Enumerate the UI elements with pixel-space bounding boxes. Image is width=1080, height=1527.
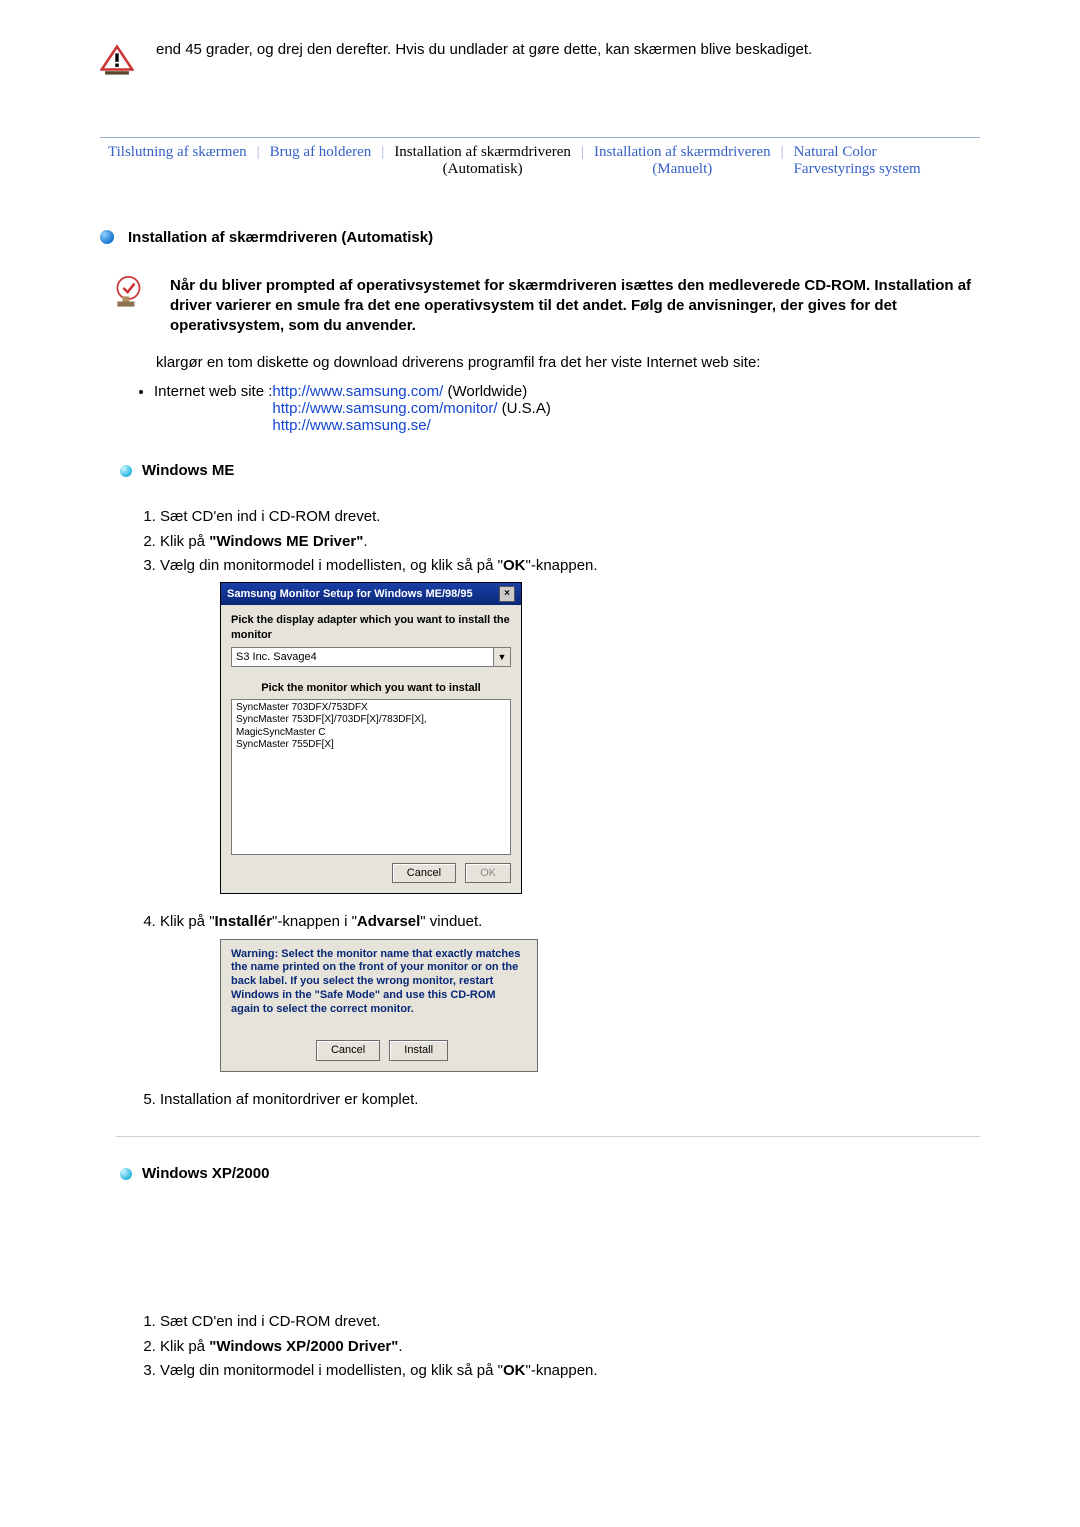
top-warning-text: end 45 grader, og drej den derefter. Hvi… [140, 40, 812, 60]
link-label: Internet web site : [154, 383, 272, 400]
internet-links-list: Internet web site :http://www.samsung.co… [154, 383, 980, 434]
list-item: Sæt CD'en ind i CD-ROM drevet. [160, 1312, 980, 1332]
monitor-list-label: Pick the monitor which you want to insta… [231, 681, 511, 696]
link-samsung-world[interactable]: http://www.samsung.com/ [272, 383, 443, 400]
subheading-winxp: Windows XP/2000 [100, 1165, 980, 1182]
list-item: Vælg din monitormodel i modellisten, og … [160, 1361, 980, 1381]
top-warning-row: end 45 grader, og drej den derefter. Hvi… [100, 40, 980, 82]
tab-separator: | [779, 144, 786, 179]
link-samsung-monitor[interactable]: http://www.samsung.com/monitor/ [272, 400, 497, 417]
chevron-down-icon[interactable]: ▼ [493, 648, 510, 666]
bullet-icon [100, 230, 114, 244]
section-heading-row: Installation af skærmdriveren (Automatis… [100, 229, 980, 246]
tab-install-driver-manual[interactable]: Installation af skærmdriveren (Manuelt) [586, 144, 779, 179]
install-button[interactable]: Install [389, 1040, 448, 1061]
cancel-button[interactable]: Cancel [316, 1040, 380, 1061]
list-item: Installation af monitordriver er komplet… [160, 1090, 980, 1110]
adapter-label: Pick the display adapter which you want … [231, 613, 511, 643]
tab-use-holder[interactable]: Brug af holderen [262, 144, 380, 179]
link-row: Internet web site :http://www.samsung.co… [154, 383, 980, 434]
list-item: Sæt CD'en ind i CD-ROM drevet. [160, 507, 980, 527]
close-icon[interactable]: × [499, 586, 515, 602]
winme-steps: Sæt CD'en ind i CD-ROM drevet. Klik på "… [138, 507, 980, 1110]
bullet-icon [120, 465, 132, 477]
tab-connect-monitor[interactable]: Tilslutning af skærmen [100, 144, 255, 179]
list-item: Klik på "Installér"-knappen i "Advarsel"… [160, 912, 980, 1072]
list-item[interactable]: SyncMaster 755DF[X] [236, 739, 506, 752]
monitor-list[interactable]: SyncMaster 703DFX/753DFX SyncMaster 753D… [231, 699, 511, 855]
dialog-title: Samsung Monitor Setup for Windows ME/98/… [227, 587, 473, 602]
warning-dialog-text: Warning: Select the monitor name that ex… [231, 948, 527, 1017]
prompt-row: Når du bliver prompted af operativsystem… [100, 276, 980, 337]
ok-button[interactable]: OK [465, 863, 511, 884]
tab-strip: Tilslutning af skærmen | Brug af holdere… [100, 137, 980, 179]
dialog-titlebar: Samsung Monitor Setup for Windows ME/98/… [221, 583, 521, 605]
section-heading: Installation af skærmdriveren (Automatis… [128, 229, 433, 246]
link-suffix: (U.S.A) [498, 400, 551, 417]
link-suffix: (Worldwide) [443, 383, 527, 400]
cancel-button[interactable]: Cancel [392, 863, 456, 884]
tab-natural-color[interactable]: Natural Color Farvestyrings system [786, 144, 929, 179]
separator [116, 1136, 980, 1137]
prepare-text: klargør en tom diskette og download driv… [100, 352, 980, 373]
prompt-text: Når du bliver prompted af operativsystem… [162, 276, 980, 337]
warning-triangle-icon [100, 40, 140, 82]
tab-separator: | [255, 144, 262, 179]
subheading-winme: Windows ME [100, 462, 980, 479]
page-root: end 45 grader, og drej den derefter. Hvi… [100, 40, 980, 1381]
tab-install-driver-auto[interactable]: Installation af skærmdriveren (Automatis… [386, 144, 579, 179]
bullet-icon [120, 1168, 132, 1180]
subheading-text: Windows ME [142, 462, 234, 479]
tab-separator: | [379, 144, 386, 179]
winxp-steps: Sæt CD'en ind i CD-ROM drevet. Klik på "… [138, 1312, 980, 1381]
monitor-setup-dialog: Samsung Monitor Setup for Windows ME/98/… [220, 582, 522, 894]
list-item[interactable]: SyncMaster 703DFX/753DFX [236, 702, 506, 715]
adapter-select[interactable]: S3 Inc. Savage4 ▼ [231, 647, 511, 667]
install-disk-icon [100, 276, 162, 337]
warning-dialog: Warning: Select the monitor name that ex… [220, 939, 538, 1073]
list-item[interactable]: SyncMaster 753DF[X]/703DF[X]/783DF[X], M… [236, 714, 506, 739]
list-item: Klik på "Windows ME Driver". [160, 532, 980, 552]
adapter-selected: S3 Inc. Savage4 [232, 648, 493, 666]
tab-separator: | [579, 144, 586, 179]
subheading-text: Windows XP/2000 [142, 1165, 269, 1182]
list-item: Vælg din monitormodel i modellisten, og … [160, 556, 980, 895]
link-samsung-se[interactable]: http://www.samsung.se/ [272, 417, 430, 434]
list-item: Klik på "Windows XP/2000 Driver". [160, 1337, 980, 1357]
